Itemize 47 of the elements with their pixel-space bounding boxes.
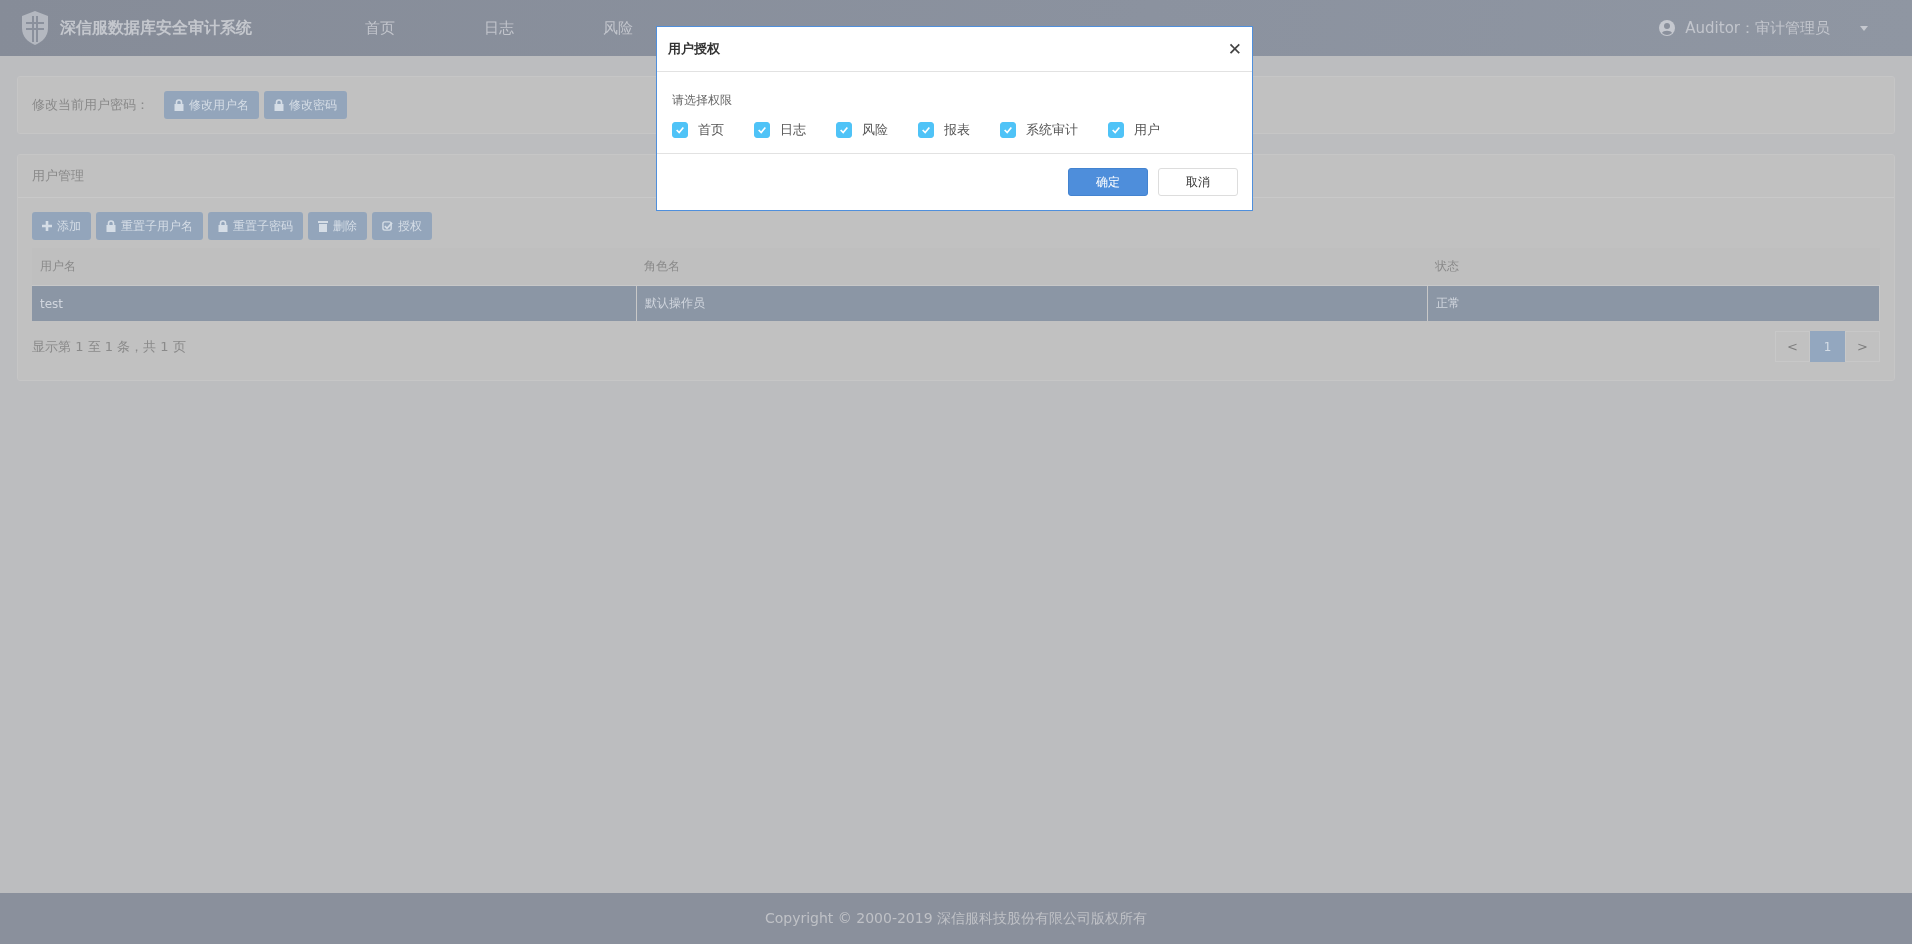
checkmark-icon	[1003, 125, 1013, 135]
lock-icon	[274, 99, 284, 111]
checkmark-icon	[1111, 125, 1121, 135]
checkbox[interactable]	[1108, 122, 1124, 138]
lock-icon	[106, 220, 116, 232]
toolbar-button[interactable]: 删除	[308, 212, 367, 240]
next-page-button[interactable]: >	[1845, 331, 1880, 362]
checkmark-icon	[757, 125, 767, 135]
shield-icon	[20, 10, 50, 46]
prompt-text: 请选择权限	[672, 92, 733, 109]
lock-icon	[218, 220, 228, 232]
checkbox[interactable]	[918, 122, 934, 138]
checkbox-label[interactable]: 风险	[862, 121, 888, 139]
account-button[interactable]: 修改密码	[264, 91, 347, 119]
lock-icon	[174, 99, 184, 111]
checkbox-label[interactable]: 系统审计	[1026, 121, 1078, 139]
table-row[interactable]: test 默认操作员 正常	[32, 285, 1880, 321]
checkbox-label[interactable]: 日志	[780, 121, 806, 139]
checkbox-label[interactable]: 首页	[698, 121, 724, 139]
checkmark-icon	[921, 125, 931, 135]
checkbox-label[interactable]: 用户	[1134, 121, 1160, 139]
checkmark-icon	[839, 125, 849, 135]
checkbox[interactable]	[754, 122, 770, 138]
checkmark-icon	[675, 125, 685, 135]
account-button[interactable]: 修改用户名	[164, 91, 259, 119]
checkbox-label[interactable]: 报表	[944, 121, 970, 139]
checkmark-icon	[382, 220, 393, 232]
app-title: 深信服数据库安全审计系统	[60, 17, 252, 39]
toolbar-button[interactable]: 添加	[32, 212, 91, 240]
page-number[interactable]: 1	[1810, 331, 1845, 362]
dialog-title: 用户授权	[668, 40, 720, 58]
checkbox[interactable]	[672, 122, 688, 138]
user-avatar-icon	[1659, 20, 1676, 36]
plus-icon	[42, 221, 52, 231]
table-cell: 默认操作员	[636, 285, 1427, 321]
confirm-button[interactable]: 确定	[1068, 168, 1148, 196]
nav-tab[interactable]: 首页	[320, 0, 439, 56]
cancel-button[interactable]: 取消	[1158, 168, 1238, 196]
toolbar-button[interactable]: 授权	[372, 212, 432, 240]
trash-icon	[318, 220, 328, 232]
checkbox[interactable]	[1000, 122, 1016, 138]
checkbox[interactable]	[836, 122, 852, 138]
caret-icon[interactable]	[1860, 25, 1868, 31]
table-cell: test	[32, 285, 636, 321]
previous-page-button[interactable]: <	[1775, 331, 1810, 362]
table-cell: 正常	[1427, 285, 1880, 321]
close-button[interactable]: ✕	[1227, 39, 1242, 59]
